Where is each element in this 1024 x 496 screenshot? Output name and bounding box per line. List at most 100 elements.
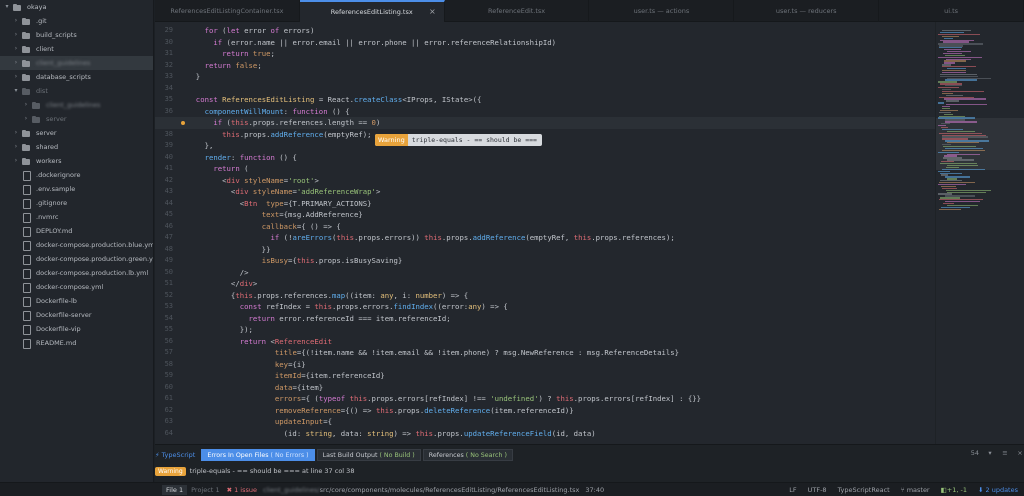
- chevron-right-icon: ›: [24, 101, 28, 108]
- file-icon: [22, 184, 31, 195]
- file-encoding[interactable]: UTF-8: [808, 486, 827, 494]
- code-line[interactable]: text={msg.AddReference}: [187, 209, 363, 221]
- git-diff-count[interactable]: ◧+1, -1: [941, 486, 967, 494]
- tree-item[interactable]: › client_guidelines: [0, 98, 153, 112]
- menu-icon[interactable]: ≡: [1001, 449, 1009, 457]
- tree-item[interactable]: Dockerfile-lb: [0, 294, 153, 308]
- tree-item[interactable]: › server: [0, 112, 153, 126]
- code-line[interactable]: callback={ () => {: [187, 221, 341, 233]
- code-line[interactable]: this.props.addReference(emptyRef);: [187, 129, 371, 141]
- tree-item[interactable]: › database_scripts: [0, 70, 153, 84]
- panel-title-label: TypeScript: [161, 451, 196, 459]
- editor-tab[interactable]: ReferencesEditListingContainer.tsx: [155, 0, 300, 22]
- code-line[interactable]: if (this.props.references.length == 0): [155, 117, 935, 129]
- code-line[interactable]: (id: string, data: string) => this.props…: [187, 428, 596, 440]
- tree-item[interactable]: .dockerignore: [0, 168, 153, 182]
- tree-item[interactable]: docker-compose.production.blue.yml: [0, 238, 153, 252]
- code-line[interactable]: isBusy={this.props.isBusySaving}: [187, 255, 403, 267]
- tree-item[interactable]: › shared: [0, 140, 153, 154]
- code-line[interactable]: return false;: [187, 60, 262, 72]
- editor-tab[interactable]: ReferenceEdit.tsx: [445, 0, 590, 22]
- tree-item[interactable]: .gitignore: [0, 196, 153, 210]
- project-scope-button[interactable]: Project 1: [191, 486, 219, 494]
- code-line[interactable]: errors={ (typeof this.props.errors[refIn…: [187, 393, 701, 405]
- code-line[interactable]: <div styleName='root'>: [187, 175, 319, 187]
- tree-item[interactable]: Dockerfile-server: [0, 308, 153, 322]
- file-icon: [22, 254, 31, 265]
- tree-item[interactable]: .env.sample: [0, 182, 153, 196]
- warning-marker-icon[interactable]: [181, 121, 185, 125]
- line-number: 48: [164, 244, 173, 253]
- code-line[interactable]: return (: [187, 163, 248, 175]
- code-line[interactable]: <Btn type={T.PRIMARY_ACTIONS}: [187, 198, 372, 210]
- code-line[interactable]: }: [187, 71, 200, 83]
- status-right: LF UTF-8 TypeScriptReact ⑂ master ◧+1, -…: [789, 486, 1018, 494]
- tree-item[interactable]: ▾ okaya: [0, 0, 153, 14]
- code-line[interactable]: {this.props.references.map((item: any, i…: [187, 290, 468, 302]
- panel-tab[interactable]: Errors In Open Files ( No Errors ): [201, 449, 315, 461]
- code-line[interactable]: render: function () {: [187, 152, 297, 164]
- file-scope-button[interactable]: File 1: [162, 484, 188, 495]
- panel-tab-note: ( No Errors ): [270, 452, 309, 459]
- chevron-right-icon: ›: [24, 115, 28, 122]
- tree-item[interactable]: docker-compose.yml: [0, 280, 153, 294]
- code-line[interactable]: key={i}: [187, 359, 306, 371]
- code-line[interactable]: for (let error of errors): [187, 25, 315, 37]
- tree-item[interactable]: README.md: [0, 336, 153, 350]
- code-line[interactable]: </div>: [187, 278, 257, 290]
- editor-tab[interactable]: user.ts — actions: [589, 0, 735, 22]
- code-line[interactable]: <div styleName='addReferenceWrap'>: [187, 186, 380, 198]
- tree-item[interactable]: › server: [0, 126, 153, 140]
- panel-message-row[interactable]: Warning triple-equals - == should be ===…: [155, 465, 354, 477]
- tree-item[interactable]: docker-compose.production.lb.yml: [0, 266, 153, 280]
- chevron-down-icon: ▾: [14, 87, 18, 94]
- file-path[interactable]: client_guidelines/src/core/components/mo…: [263, 486, 579, 494]
- editor-tab[interactable]: user.ts — reducers: [734, 0, 880, 22]
- tree-item[interactable]: Dockerfile-vip: [0, 322, 153, 336]
- code-line[interactable]: updateInput={: [187, 416, 332, 428]
- tree-item[interactable]: › client_guidelines: [0, 56, 153, 70]
- panel-tab[interactable]: References ( No Search ): [422, 449, 513, 461]
- grammar-selector[interactable]: TypeScriptReact: [838, 486, 890, 494]
- tree-item[interactable]: › client: [0, 42, 153, 56]
- code-line[interactable]: data={item}: [187, 382, 323, 394]
- code-line[interactable]: }}: [187, 244, 271, 256]
- editor-tab[interactable]: ui.ts: [879, 0, 1024, 22]
- code-line[interactable]: itemId={item.referenceId}: [187, 370, 385, 382]
- tree-item[interactable]: › .git: [0, 14, 153, 28]
- code-line[interactable]: const ReferencesEditListing = React.crea…: [187, 94, 482, 106]
- tree-item[interactable]: ▾ dist: [0, 84, 153, 98]
- panel-tab[interactable]: Last Build Output ( No Build ): [316, 449, 421, 461]
- code-line[interactable]: return true;: [187, 48, 275, 60]
- tree-item[interactable]: › workers: [0, 154, 153, 168]
- code-line[interactable]: />: [187, 267, 249, 279]
- collapse-panel-icon[interactable]: ▾: [986, 449, 994, 457]
- file-icon: [22, 282, 31, 293]
- code-line[interactable]: removeReference={() => this.props.delete…: [187, 405, 574, 417]
- panel-close-icon[interactable]: ×: [1016, 449, 1024, 457]
- editor-tab[interactable]: ReferencesEditListing.tsx ×: [299, 0, 445, 22]
- code-line[interactable]: },: [187, 140, 214, 152]
- tree-item[interactable]: DEPLOY.md: [0, 224, 153, 238]
- line-ending[interactable]: LF: [789, 486, 796, 494]
- updates-button[interactable]: ⬇ 2 updates: [978, 486, 1018, 494]
- line-number: 61: [164, 394, 173, 402]
- code-line[interactable]: componentWillMount: function () {: [187, 106, 350, 118]
- code-line[interactable]: title={(!item.name && !item.email && !it…: [187, 347, 679, 359]
- tree-view: ▾ okaya › .git › build_scripts › client › client_…: [0, 0, 154, 482]
- code-line[interactable]: if (!areErrors(this.props.errors)) this.…: [187, 232, 674, 244]
- code-line[interactable]: return error.referenceId === item.refere…: [187, 313, 451, 325]
- cursor-position[interactable]: 37:40: [585, 486, 604, 494]
- close-tab-icon[interactable]: ×: [429, 2, 436, 22]
- code-line[interactable]: return <ReferenceEdit: [187, 336, 332, 348]
- tree-item[interactable]: docker-compose.production.green.yml: [0, 252, 153, 266]
- git-branch[interactable]: ⑂ master: [901, 486, 930, 494]
- tree-item[interactable]: .nvmrc: [0, 210, 153, 224]
- issue-count[interactable]: ✖ 1 issue: [227, 486, 257, 494]
- code-line[interactable]: const refIndex = this.props.errors.findI…: [187, 301, 508, 313]
- code-editor[interactable]: 2930313233343536373839404142434445464748…: [155, 22, 935, 444]
- code-line[interactable]: if (error.name || error.email || error.p…: [187, 37, 556, 49]
- minimap[interactable]: [935, 22, 1024, 444]
- tree-item[interactable]: › build_scripts: [0, 28, 153, 42]
- code-line[interactable]: });: [187, 324, 253, 336]
